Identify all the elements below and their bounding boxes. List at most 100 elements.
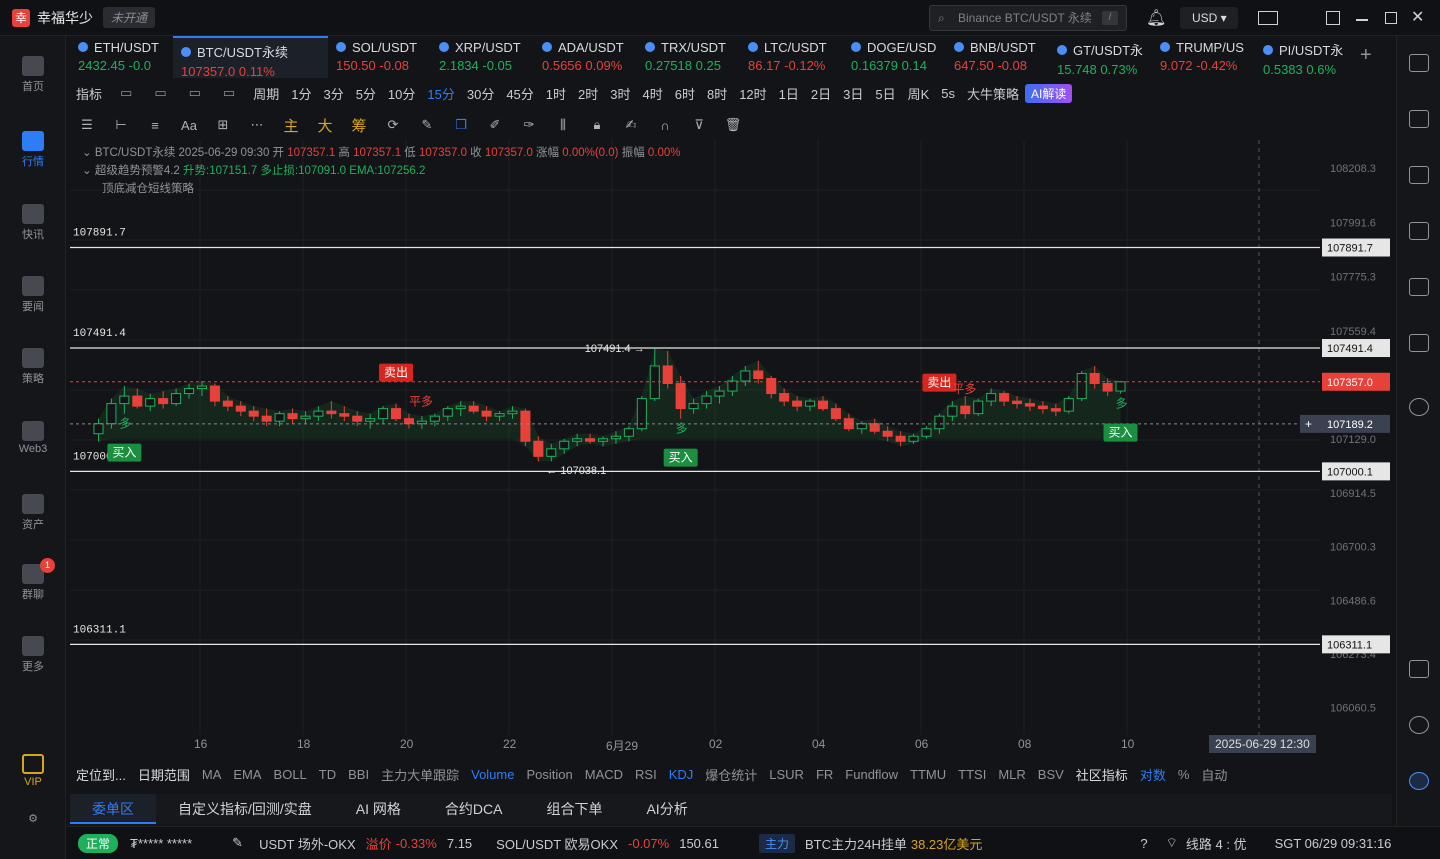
indicator-tab-17[interactable]: TTMU <box>904 767 952 782</box>
indicator-tab-20[interactable]: BSV <box>1032 767 1070 782</box>
period-12[interactable]: 4时 <box>637 84 669 103</box>
indicator-tab-10[interactable]: MACD <box>579 767 629 782</box>
period-11[interactable]: 3时 <box>604 84 636 103</box>
indicator-tab-12[interactable]: KDJ <box>663 767 700 782</box>
nav-item-4[interactable]: 策略 <box>0 348 66 386</box>
indicator-tab-13[interactable]: 爆仓统计 <box>699 765 763 784</box>
period-23[interactable]: AI解读 <box>1025 83 1073 103</box>
bottom-tab-2[interactable]: AI 网格 <box>334 799 423 819</box>
fib-lines-icon[interactable]: ≡ <box>138 118 172 133</box>
brush-icon[interactable]: ✎ <box>410 117 444 133</box>
period-20[interactable]: 周K <box>902 84 936 103</box>
minimize-icon[interactable] <box>1356 19 1368 21</box>
period-15[interactable]: 12时 <box>733 84 772 103</box>
trash-icon[interactable]: 🗑︎ <box>716 117 750 133</box>
bell-icon[interactable]: 🔔︎ <box>1146 8 1166 28</box>
lock-icon[interactable]: 🔒︎ <box>580 117 614 133</box>
ticker-tab[interactable]: GT/USDT永 15.748 0.73% <box>1049 36 1152 78</box>
period-0[interactable]: 指标 <box>70 84 108 103</box>
indicator-tab-2[interactable]: MA <box>196 767 228 782</box>
nav-item-7[interactable]: 群聊 1 <box>0 558 66 602</box>
period-1[interactable]: 周期 <box>247 84 285 103</box>
indicator-tab-18[interactable]: TTSI <box>952 767 992 782</box>
headset-icon[interactable] <box>1409 716 1429 734</box>
ruler-icon[interactable]: ⊞ <box>206 117 240 133</box>
edit-icon[interactable]: ✍ <box>614 117 648 133</box>
nav-item-3[interactable]: 要闻 <box>0 276 66 314</box>
indicator-tab-7[interactable]: 主力大单跟踪 <box>375 765 465 784</box>
indicator-tab-11[interactable]: RSI <box>629 767 663 782</box>
indicator-tab-6[interactable]: BBI <box>342 767 375 782</box>
ticker-tab[interactable]: TRX/USDT 0.27518 0.25 <box>637 36 740 78</box>
copy-icon[interactable]: ❐ <box>444 117 478 133</box>
search-input[interactable]: ⌕ Binance BTC/USDT 永续 / <box>929 5 1127 31</box>
horizontal-line-icon[interactable]: ⊢ <box>104 117 138 133</box>
magnet-icon[interactable]: ∩ <box>648 118 682 133</box>
period-3[interactable]: 3分 <box>317 84 349 103</box>
settings-icon[interactable]: ⚙ <box>0 812 66 825</box>
monitor-icon[interactable] <box>1409 278 1429 296</box>
nav-item-9[interactable]: VIP <box>0 754 66 788</box>
card-icon[interactable] <box>1409 334 1429 352</box>
period-18[interactable]: 3日 <box>837 84 869 103</box>
indicator-tab-21[interactable]: 社区指标 <box>1070 765 1134 784</box>
indicator-tab-4[interactable]: BOLL <box>268 767 313 782</box>
order-book-icon[interactable] <box>1409 110 1429 128</box>
nav-item-6[interactable]: 资产 <box>0 494 66 532</box>
ai-robot-icon[interactable] <box>1409 772 1429 790</box>
ticker-tab[interactable]: SOL/USDT 150.50 -0.08 <box>328 36 431 78</box>
currency-select[interactable]: USD ▾ <box>1180 7 1238 29</box>
depth-chart-icon[interactable] <box>1409 222 1429 240</box>
pen-icon[interactable]: ✐ <box>478 117 512 133</box>
indicator-tab-5[interactable]: TD <box>313 767 342 782</box>
indicator-tab-22[interactable]: 对数 <box>1134 765 1172 784</box>
collapse-icon[interactable]: ⌄ <box>82 165 92 177</box>
period-2[interactable]: 1分 <box>285 84 317 103</box>
indicator-tab-1[interactable]: 日期范围 <box>132 765 196 784</box>
indicator-tab-0[interactable]: 定位到... <box>70 765 132 784</box>
indicator-tab-19[interactable]: MLR <box>992 767 1031 782</box>
period-4[interactable]: 5分 <box>350 84 382 103</box>
tool-big[interactable]: 大 <box>308 115 342 136</box>
indicator-tab-14[interactable]: LSUR <box>763 767 810 782</box>
ticker-tab[interactable]: ADA/USDT 0.5656 0.09% <box>534 36 637 78</box>
period-22[interactable]: 大牛策略 <box>961 84 1025 103</box>
bottom-tab-1[interactable]: 自定义指标/回测/实盘 <box>156 799 334 819</box>
ticker-tab[interactable]: PI/USDT永 0.5383 0.6% <box>1255 36 1358 78</box>
maximize-icon[interactable] <box>1385 12 1397 24</box>
nav-item-8[interactable]: 更多 <box>0 636 66 674</box>
candles-icon[interactable]: ⫼ <box>546 117 580 133</box>
period-14[interactable]: 8时 <box>701 84 733 103</box>
indicator-tab-23[interactable]: % <box>1172 767 1196 782</box>
period-7[interactable]: 30分 <box>461 84 500 103</box>
bar-type-icon[interactable]: ▭ <box>217 85 241 101</box>
cycle-icon[interactable]: ⟳ <box>376 117 410 133</box>
period-8[interactable]: 45分 <box>500 84 539 103</box>
indicator-tab-8[interactable]: Volume <box>465 767 520 782</box>
popout-window-icon[interactable] <box>1326 11 1340 25</box>
period-21[interactable]: 5s <box>935 86 961 101</box>
period-10[interactable]: 2时 <box>572 84 604 103</box>
layout-list-icon[interactable] <box>1409 54 1429 72</box>
pencil-icon[interactable]: ✎ <box>232 835 243 851</box>
indicator-tab-9[interactable]: Position <box>520 767 578 782</box>
ticker-tab[interactable]: ETH/USDT 2432.45 -0.0 <box>70 36 173 78</box>
filter-icon[interactable]: ⊽ <box>682 117 716 133</box>
period-19[interactable]: 5日 <box>869 84 901 103</box>
text-tool-icon[interactable]: Aa <box>172 118 206 133</box>
dollar-icon[interactable] <box>1409 166 1429 184</box>
bottom-tab-5[interactable]: AI分析 <box>624 799 709 819</box>
indicator-tab-16[interactable]: Fundflow <box>839 767 904 782</box>
period-6[interactable]: 15分 <box>421 84 460 103</box>
nav-item-5[interactable]: Web3 <box>0 421 66 455</box>
nav-item-1[interactable]: 行情 <box>0 131 66 169</box>
ticker-tab[interactable]: TRUMP/US 9.072 -0.42% <box>1152 36 1255 78</box>
ticker-tab[interactable]: DOGE/USD 0.16379 0.14 <box>843 36 946 78</box>
period-9[interactable]: 1时 <box>540 84 572 103</box>
bottom-tab-3[interactable]: 合约DCA <box>423 799 525 819</box>
layout-icon[interactable]: ▭ <box>148 85 172 101</box>
tool-chips[interactable]: 筹 <box>342 115 376 136</box>
collapse-icon[interactable]: ⌄ <box>82 147 92 159</box>
tool-main[interactable]: 主 <box>274 115 308 136</box>
add-ticker-button[interactable]: + <box>1360 44 1372 67</box>
